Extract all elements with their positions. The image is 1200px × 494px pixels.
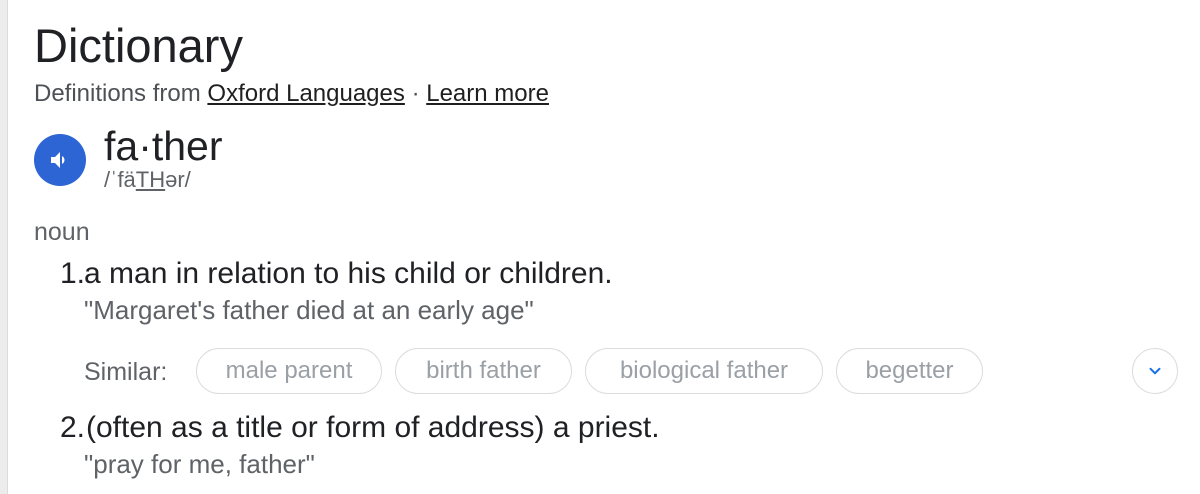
definition-example: "Margaret's father died at an early age": [84, 295, 534, 325]
pronunciation-audio-button[interactable]: [34, 134, 86, 186]
phonetic-start: /ˈfä: [104, 167, 136, 192]
similar-chip[interactable]: begetter: [836, 348, 983, 394]
expand-similar-button[interactable]: [1132, 348, 1178, 394]
source-separator: ·: [411, 80, 420, 107]
definition-example: "pray for me, father": [84, 449, 315, 479]
learn-more-link[interactable]: Learn more: [426, 80, 549, 107]
definition-number: 1.: [60, 257, 86, 290]
phonetic-end: ər/: [165, 167, 191, 192]
similar-chip[interactable]: biological father: [585, 348, 823, 394]
chevron-down-icon: [1149, 367, 1161, 375]
left-edge-divider: [0, 0, 8, 494]
headword: fa·ther: [104, 123, 223, 169]
volume-icon: [51, 152, 65, 168]
oxford-languages-link[interactable]: Oxford Languages: [207, 80, 404, 107]
similar-chip[interactable]: male parent: [196, 348, 382, 394]
phonetic-spelling: /ˈfäTHər/: [104, 167, 191, 193]
part-of-speech: noun: [34, 218, 90, 246]
source-line: Definitions from Oxford Languages · Lear…: [34, 79, 549, 109]
similar-chip[interactable]: birth father: [395, 348, 572, 394]
definition-text: a man in relation to his child or childr…: [84, 257, 613, 290]
definition-number: 2.: [60, 411, 86, 444]
source-prefix: Definitions from: [34, 80, 201, 107]
dictionary-title: Dictionary: [34, 19, 243, 72]
similar-label: Similar:: [84, 358, 168, 386]
phonetic-underlined: TH: [135, 167, 166, 192]
definition-text: (often as a title or form of address) a …: [86, 411, 660, 444]
